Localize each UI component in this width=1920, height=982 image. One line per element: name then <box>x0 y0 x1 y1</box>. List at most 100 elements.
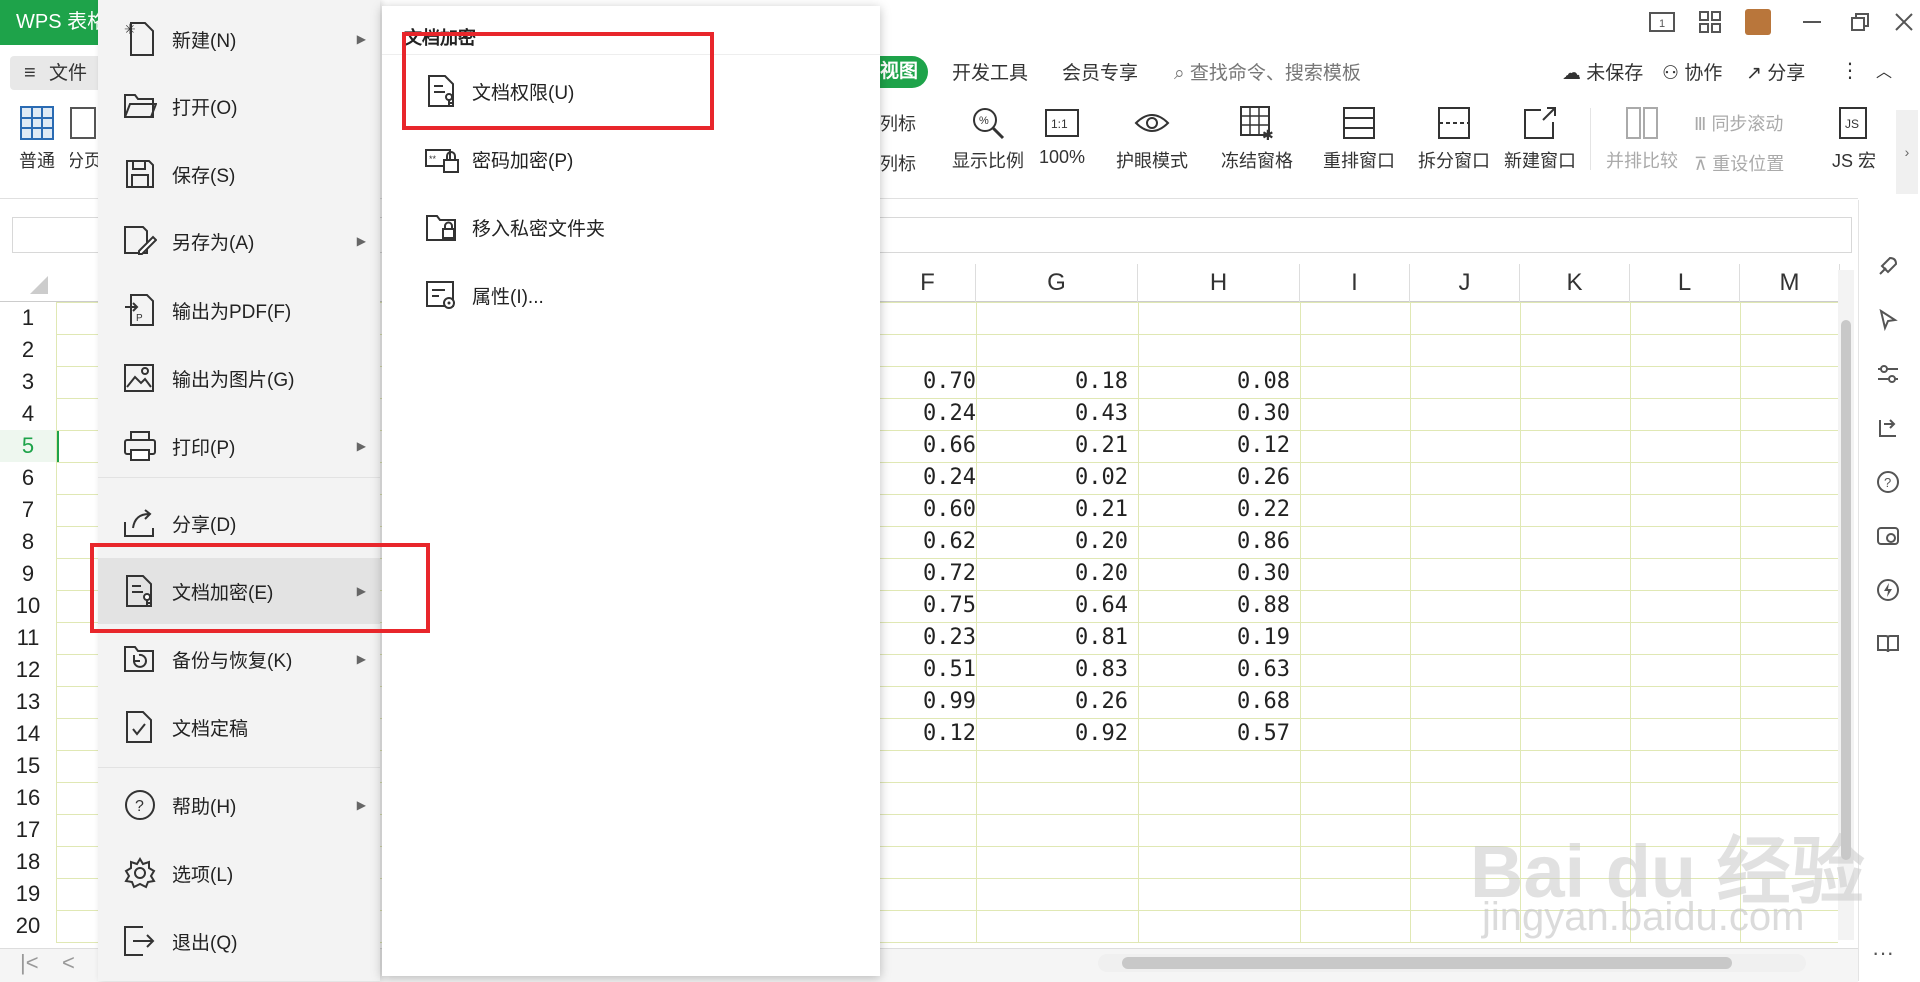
row-header[interactable]: 7 <box>0 494 56 526</box>
submenu-item-private-folder[interactable]: 移入私密文件夹 <box>382 196 880 258</box>
row-header[interactable]: 1 <box>0 302 56 334</box>
grid-cell[interactable]: 0.23 <box>880 622 976 654</box>
grid-cell[interactable]: 0.99 <box>880 686 976 718</box>
app-tab[interactable]: WPS 表格 <box>0 0 100 45</box>
column-header-H[interactable]: H <box>1138 264 1300 302</box>
grid-cell[interactable]: 0.18 <box>976 366 1128 398</box>
book-icon[interactable] <box>1868 624 1908 664</box>
grid-cell[interactable]: 0.64 <box>976 590 1128 622</box>
collapse-ribbon-icon[interactable]: ︿ <box>1876 58 1892 82</box>
first-sheet-icon[interactable]: |< <box>20 950 39 976</box>
submenu-item-properties[interactable]: 属性(I)... <box>382 264 880 326</box>
normal-view-button[interactable]: 普通 <box>14 105 60 177</box>
grid-cell[interactable]: 0.12 <box>880 718 976 750</box>
transfer-icon[interactable] <box>1868 408 1908 448</box>
new-window-button[interactable]: 新建窗口 <box>1502 105 1578 177</box>
lightning-icon[interactable] <box>1868 570 1908 610</box>
file-menu-item-save[interactable]: 保存(S) <box>98 141 380 207</box>
rocket-icon[interactable] <box>1868 246 1908 286</box>
column-header-K[interactable]: K <box>1520 264 1630 302</box>
file-menu-item-export-image[interactable]: 输出为图片(G) <box>98 345 380 411</box>
help-circle-icon[interactable]: ? <box>1868 462 1908 502</box>
grid-cell[interactable]: 0.66 <box>880 430 976 462</box>
row-header[interactable]: 10 <box>0 590 56 622</box>
grid-cell[interactable]: 0.26 <box>976 686 1128 718</box>
zoom-100-button[interactable]: 1:1 100% <box>1034 105 1090 177</box>
column-header-J[interactable]: J <box>1410 264 1520 302</box>
ribbon-scroll-right[interactable]: › <box>1896 110 1918 194</box>
grid-cell[interactable]: 0.60 <box>880 494 976 526</box>
unsaved-button[interactable]: ☁ 未保存 <box>1562 58 1643 85</box>
grid-cell[interactable]: 0.20 <box>976 526 1128 558</box>
grid-cell[interactable]: 0.24 <box>880 398 976 430</box>
tab-developer[interactable]: 开发工具 <box>952 58 1028 85</box>
row-header[interactable]: 9 <box>0 558 56 590</box>
more-icon[interactable]: ⋮ <box>1840 58 1860 83</box>
vertical-scroll-thumb[interactable] <box>1841 320 1851 860</box>
row-header[interactable]: 13 <box>0 686 56 718</box>
more-options-icon[interactable]: ··· <box>1872 940 1894 966</box>
file-menu-item-export-pdf[interactable]: P 输出为PDF(F) <box>98 277 380 343</box>
row-header[interactable]: 6 <box>0 462 56 494</box>
grid-cell[interactable]: 0.21 <box>976 430 1128 462</box>
row-header[interactable]: 3 <box>0 366 56 398</box>
split-window-button[interactable]: 拆分窗口 <box>1416 105 1492 177</box>
grid-cell[interactable]: 0.24 <box>880 462 976 494</box>
zoom-button[interactable]: % 显示比例 <box>948 105 1028 177</box>
grid-cell[interactable]: 0.19 <box>1138 622 1290 654</box>
close-icon[interactable] <box>1888 8 1920 36</box>
page-view-button[interactable]: 分页 <box>70 105 98 177</box>
row-header[interactable]: 5 <box>0 430 59 462</box>
file-menu-item-backup[interactable]: 备份与恢复(K) ▶ <box>98 626 380 692</box>
js-macro-button[interactable]: JS JS 宏 <box>1824 105 1884 177</box>
grid-cell[interactable]: 0.88 <box>1138 590 1290 622</box>
file-menu-item-folder-open[interactable]: 打开(O) <box>98 73 380 139</box>
arrange-windows-button[interactable]: 重排窗口 <box>1316 105 1402 177</box>
grid-cell[interactable]: 0.22 <box>1138 494 1290 526</box>
column-header-G[interactable]: G <box>976 264 1138 302</box>
file-menu-item-help[interactable]: ? 帮助(H) ▶ <box>98 772 380 838</box>
horizontal-scrollbar[interactable] <box>1098 954 1806 972</box>
file-menu-item-finalize[interactable]: 文档定稿 <box>98 694 380 760</box>
row-header[interactable]: 12 <box>0 654 56 686</box>
row-header[interactable]: 19 <box>0 878 56 910</box>
grid-cell[interactable]: 0.63 <box>1138 654 1290 686</box>
row-header[interactable]: 4 <box>0 398 56 430</box>
sliders-icon[interactable] <box>1868 354 1908 394</box>
image-tool-icon[interactable] <box>1868 516 1908 556</box>
grid-cell[interactable]: 0.72 <box>880 558 976 590</box>
column-header-I[interactable]: I <box>1300 264 1410 302</box>
file-menu-item-settings[interactable]: 选项(L) <box>98 840 380 906</box>
grid-cell[interactable]: 0.81 <box>976 622 1128 654</box>
file-menu-item-exit[interactable]: 退出(Q) <box>98 908 380 974</box>
grid-cell[interactable]: 0.30 <box>1138 558 1290 590</box>
grid-cell[interactable]: 0.75 <box>880 590 976 622</box>
file-menu-item-save-as[interactable]: 另存为(A) ▶ <box>98 208 380 274</box>
row-header[interactable]: 20 <box>0 910 56 942</box>
grid-cell[interactable]: 0.62 <box>880 526 976 558</box>
pointer-icon[interactable] <box>1868 300 1908 340</box>
sync-scroll-button[interactable]: Ⅲ 同步滚动 <box>1694 110 1783 136</box>
restore-icon[interactable] <box>1844 8 1876 36</box>
grid-cell[interactable]: 0.30 <box>1138 398 1290 430</box>
select-all-corner[interactable] <box>0 264 56 302</box>
row-header[interactable]: 2 <box>0 334 56 366</box>
grid-cell[interactable]: 0.43 <box>976 398 1128 430</box>
tab-member[interactable]: 会员专享 <box>1062 58 1138 85</box>
search-box[interactable]: ⌕ 查找命令、搜索模板 <box>1174 58 1361 85</box>
submenu-item-password-lock[interactable]: ** 密码加密(P) <box>382 128 880 190</box>
freeze-panes-button[interactable]: ✱ 冻结窗格 <box>1214 105 1300 177</box>
eye-mode-button[interactable]: 护眼模式 <box>1112 105 1192 177</box>
collaborate-button[interactable]: ⚇ 协作 <box>1662 58 1722 85</box>
file-menu-button[interactable]: ≡ 文件 <box>10 56 102 90</box>
avatar[interactable] <box>1742 8 1774 36</box>
layout-icon[interactable]: 1 <box>1646 8 1678 36</box>
grid-cell[interactable]: 0.86 <box>1138 526 1290 558</box>
prev-sheet-icon[interactable]: < <box>62 950 75 976</box>
row-header[interactable]: 11 <box>0 622 56 654</box>
grid-cell[interactable]: 0.26 <box>1138 462 1290 494</box>
grid-cell[interactable]: 0.21 <box>976 494 1128 526</box>
row-header[interactable]: 16 <box>0 782 56 814</box>
grid-cell[interactable]: 0.12 <box>1138 430 1290 462</box>
grid-cell[interactable]: 0.57 <box>1138 718 1290 750</box>
